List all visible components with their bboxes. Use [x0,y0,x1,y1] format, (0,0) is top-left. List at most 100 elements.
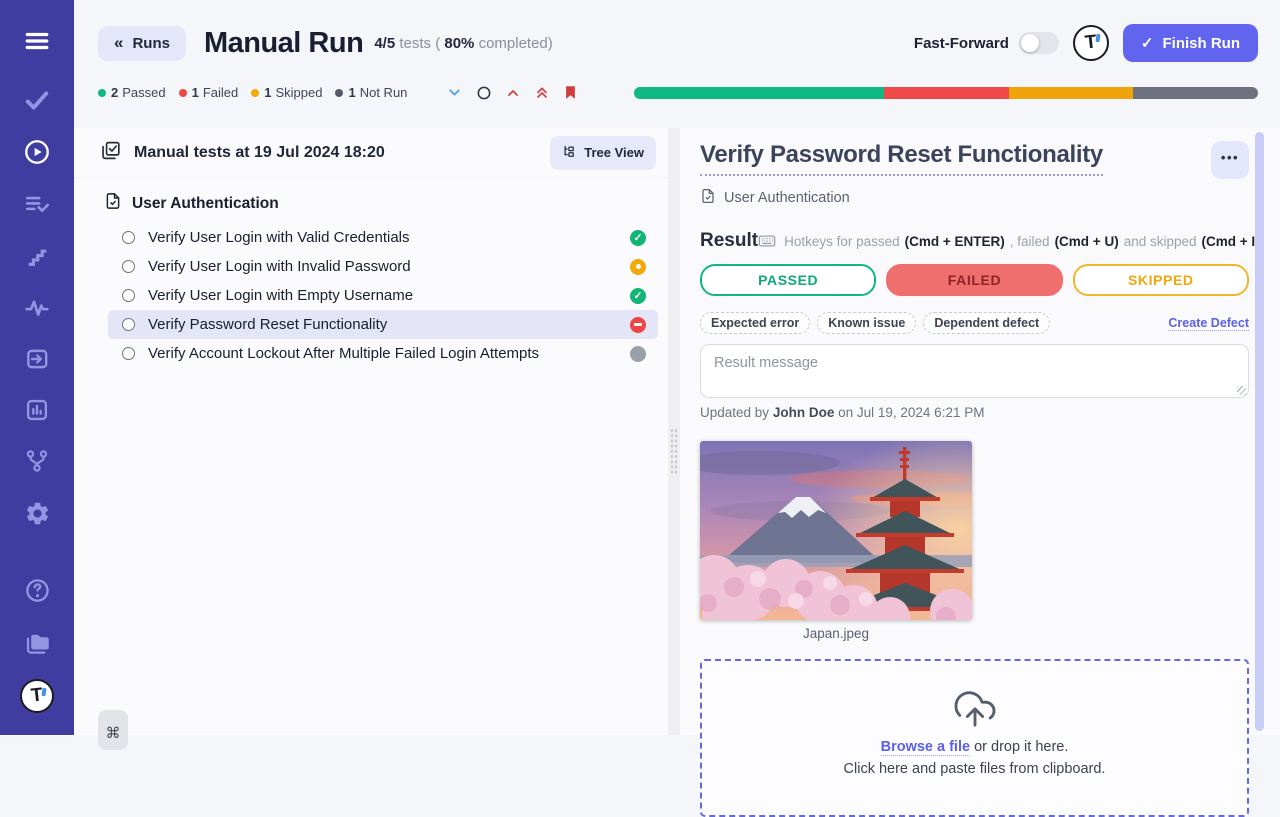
summary-row: 2 Passed 1 Failed 1 Skipped 1 Not Run [98,84,1258,101]
radio-icon[interactable] [122,260,135,273]
fast-forward-toggle[interactable] [1019,32,1059,54]
test-status-icon [630,317,646,333]
suite-file-check-icon [104,192,122,215]
radio-icon[interactable] [122,231,135,244]
create-defect-link[interactable]: Create Defect [1168,316,1249,331]
stat-count: 1 [192,85,199,100]
test-name: Verify Password Reset Functionality [148,316,630,333]
suite-file-icon [700,188,716,208]
panel-splitter[interactable] [668,128,680,735]
bookmark-icon[interactable] [563,84,578,101]
test-row[interactable]: Verify User Login with Empty Username [108,281,658,310]
test-status-icon [630,346,646,362]
check-icon: ✓ [1141,34,1154,52]
settings-gear-icon[interactable] [23,499,51,527]
hotkeys-hint: Hotkeys for passed (Cmd + ENTER) , faile… [758,232,1260,250]
help-question-icon[interactable] [23,576,51,604]
reports-bar-chart-icon[interactable] [23,396,51,424]
fast-forward-label: Fast-Forward [914,35,1009,52]
updated-by-line: Updated by John Doe on Jul 19, 2024 6:21… [700,405,1249,420]
tree-view-button[interactable]: Tree View [550,136,656,170]
test-row[interactable]: Verify Password Reset Functionality [108,310,658,339]
user-logo-avatar[interactable]: T [1073,25,1109,61]
content-split: Manual tests at 19 Jul 2024 18:20 Tree V… [74,128,1280,735]
test-status-icon [630,288,646,304]
attachment-thumbnail[interactable] [700,441,972,620]
run-checklist-icon [100,140,121,166]
tests-check-icon[interactable] [23,86,51,114]
radio-icon[interactable] [122,318,135,331]
breadcrumb-suite-name: User Authentication [724,190,850,206]
progress-segment-passed [634,87,883,99]
pulse-activity-icon[interactable] [23,294,51,322]
tag-expected-error[interactable]: Expected error [700,312,810,334]
progress-segment-not-run [1133,87,1258,99]
keyboard-icon [758,232,776,250]
result-message-input[interactable] [700,344,1249,398]
result-header-row: Result Hotkeys for passed (Cmd + ENTER) … [700,230,1249,252]
radio-icon[interactable] [122,289,135,302]
top-band: « Runs Manual Run 4/5 tests ( 80% comple… [74,0,1280,128]
suite-row[interactable]: User Authentication [74,178,668,223]
back-to-runs-button[interactable]: « Runs [98,26,186,61]
passed-dot-icon [98,89,106,97]
hotkey-failed: (Cmd + U) [1055,234,1119,249]
app-logo[interactable]: T [20,679,54,713]
projects-folder-icon[interactable] [23,629,51,657]
command-palette-button[interactable]: ⌘ [98,710,128,750]
test-plans-list-check-icon[interactable] [23,190,51,218]
detail-test-title[interactable]: Verify Password Reset Functionality [700,141,1103,176]
runs-play-icon[interactable] [23,138,51,166]
test-name: Verify User Login with Valid Credentials [148,229,630,246]
radio-icon[interactable] [122,347,135,360]
more-options-button[interactable]: ••• [1211,141,1249,179]
page-title: Manual Run [204,27,363,60]
tag-known-issue[interactable]: Known issue [817,312,916,334]
circle-filter-icon[interactable] [476,85,492,101]
failed-button[interactable]: FAILED [886,264,1062,296]
tag-dependent-defect[interactable]: Dependent defect [923,312,1050,334]
branches-git-fork-icon[interactable] [23,447,51,475]
hotkeys-prefix: Hotkeys for passed [784,234,900,249]
priority-chevrons-up-icon[interactable] [534,85,550,101]
header-row: « Runs Manual Run 4/5 tests ( 80% comple… [98,20,1258,66]
hotkey-passed: (Cmd + ENTER) [905,234,1005,249]
collapse-chevron-down-icon[interactable] [446,84,463,101]
hotkeys-sep-skipped: and skipped [1124,234,1197,249]
test-name: Verify User Login with Invalid Password [148,258,630,275]
test-row[interactable]: Verify User Login with Invalid Password [108,252,658,281]
vertical-scrollbar[interactable] [1255,132,1264,731]
stat-skipped: 1 Skipped [251,85,322,100]
file-dropzone[interactable]: Browse a file or drop it here. Click her… [700,659,1249,817]
passed-button[interactable]: PASSED [700,264,876,296]
stat-label: Skipped [276,85,323,100]
finish-run-button[interactable]: ✓ Finish Run [1123,24,1258,62]
attachment-filename: Japan.jpeg [700,626,972,641]
tree-view-icon [562,144,577,162]
test-row[interactable]: Verify Account Lockout After Multiple Fa… [108,339,658,368]
suite-name: User Authentication [132,195,279,213]
browse-file-link[interactable]: Browse a file [881,739,970,756]
result-heading: Result [700,230,758,252]
drop-text: or drop it here. [974,739,1068,755]
test-row[interactable]: Verify User Login with Valid Credentials [108,223,658,252]
attachment-item[interactable]: Japan.jpeg [700,441,972,641]
stat-label: Failed [203,85,238,100]
toggle-knob [1021,34,1039,52]
updated-prefix: Updated by [700,405,769,420]
milestones-stairs-icon[interactable] [23,242,51,270]
tests-word: tests ( [399,35,440,52]
detail-title-row: Verify Password Reset Functionality ••• [700,141,1249,179]
hotkey-skipped: (Cmd + I) [1202,234,1260,249]
failure-tags-row: Expected error Known issue Dependent def… [700,312,1249,334]
dropzone-line1: Browse a file or drop it here. [881,739,1069,755]
test-status-icon [630,259,646,275]
priority-chevron-up-icon[interactable] [505,85,521,101]
chevrons-left-icon: « [114,34,123,51]
stat-failed: 1 Failed [179,85,239,100]
menu-hamburger-icon[interactable] [23,27,51,55]
skipped-button[interactable]: SKIPPED [1073,264,1249,296]
completed-percent: 80% [444,35,474,52]
hotkeys-sep-failed: , failed [1010,234,1050,249]
import-icon[interactable] [23,345,51,373]
